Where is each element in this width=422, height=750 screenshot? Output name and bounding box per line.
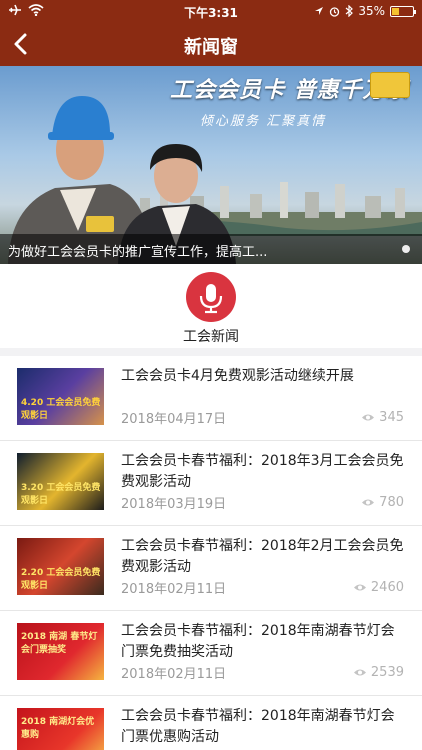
news-date: 2018年03月19日 [121,497,227,512]
news-views: 2460 [353,580,404,595]
banner-carousel[interactable]: 工会会员卡 普惠千万家 倾心服务 汇聚真情 为做好工会会员卡的推广宣传工作，提高… [0,66,422,264]
nav-bar: 新闻窗 [0,22,422,66]
news-list: 4.20 工会会员免费观影日 工会会员卡4月免费观影活动继续开展 2018年04… [0,356,422,750]
category-news-button[interactable] [186,272,236,322]
news-thumbnail: 2.20 工会会员免费观影日 [17,538,104,595]
alarm-icon [330,6,340,17]
banner-slogan-sub: 倾心服务 汇聚真情 [200,114,327,129]
carousel-page-dot[interactable] [402,245,410,253]
news-views-count: 2460 [370,580,404,595]
location-icon [315,7,324,15]
news-title: 工会会员卡4月免费观影活动继续开展 [121,368,354,384]
status-right: 35% [314,4,416,18]
news-views-count: 780 [379,495,404,510]
news-item[interactable]: 3.20 工会会员免费观影日 工会会员卡春节福利：2018年3月工会会员免费观影… [0,441,422,526]
news-item[interactable]: 2018 南湖灯会优惠购 工会会员卡春节福利：2018年南湖春节灯会门票优惠购活… [0,696,422,750]
news-title: 工会会员卡春节福利：2018年3月工会会员免费观影活动 [121,453,404,490]
battery-percent: 35% [358,4,385,18]
category-label: 工会新闻 [183,329,239,345]
news-views: 780 [361,495,404,510]
news-views-count: 2539 [370,665,404,680]
eye-icon [353,669,366,676]
banner-caption[interactable]: 为做好工会会员卡的推广宣传工作，提高工... [0,234,422,264]
news-date: 2018年04月17日 [121,412,227,427]
page-title: 新闻窗 [184,37,238,58]
member-card-image [370,72,410,98]
news-views-count: 345 [379,410,404,425]
news-thumbnail-text: 3.20 工会会员免费观影日 [21,483,101,506]
news-title: 工会会员卡春节福利：2018年南湖春节灯会门票免费抽奖活动 [121,623,395,660]
news-views: 2539 [353,665,404,680]
bluetooth-icon [345,5,354,17]
news-thumbnail: 4.20 工会会员免费观影日 [17,368,104,425]
news-thumbnail-text: 4.20 工会会员免费观影日 [21,398,101,421]
news-title: 工会会员卡春节福利：2018年2月工会会员免费观影活动 [121,538,404,575]
news-thumbnail: 2018 南湖 春节灯会门票抽奖 [17,623,104,680]
category-section: 工会新闻 [0,264,422,348]
news-date: 2018年02月11日 [121,667,227,682]
microphone-icon [199,284,223,314]
news-thumbnail-text: 2018 南湖灯会优惠购 [21,717,95,740]
eye-icon [362,499,375,506]
news-thumbnail-text: 2018 南湖 春节灯会门票抽奖 [21,632,98,655]
news-views: 345 [361,410,404,425]
banner-caption-text: 为做好工会会员卡的推广宣传工作，提高工... [8,245,268,260]
news-thumbnail: 3.20 工会会员免费观影日 [17,453,104,510]
news-title: 工会会员卡春节福利：2018年南湖春节灯会门票优惠购活动 [121,708,395,745]
news-item[interactable]: 4.20 工会会员免费观影日 工会会员卡4月免费观影活动继续开展 2018年04… [0,356,422,441]
battery-fill [392,7,399,15]
news-item[interactable]: 2.20 工会会员免费观影日 工会会员卡春节福利：2018年2月工会会员免费观影… [0,526,422,611]
news-thumbnail-text: 2.20 工会会员免费观影日 [21,568,101,591]
eye-icon [353,584,366,591]
battery-icon [390,5,416,17]
news-date: 2018年02月11日 [121,582,227,597]
news-item[interactable]: 2018 南湖 春节灯会门票抽奖 工会会员卡春节福利：2018年南湖春节灯会门票… [0,611,422,696]
eye-icon [362,414,375,421]
status-bar: 下午3:31 35% [0,0,422,22]
news-thumbnail: 2018 南湖灯会优惠购 [17,708,104,750]
